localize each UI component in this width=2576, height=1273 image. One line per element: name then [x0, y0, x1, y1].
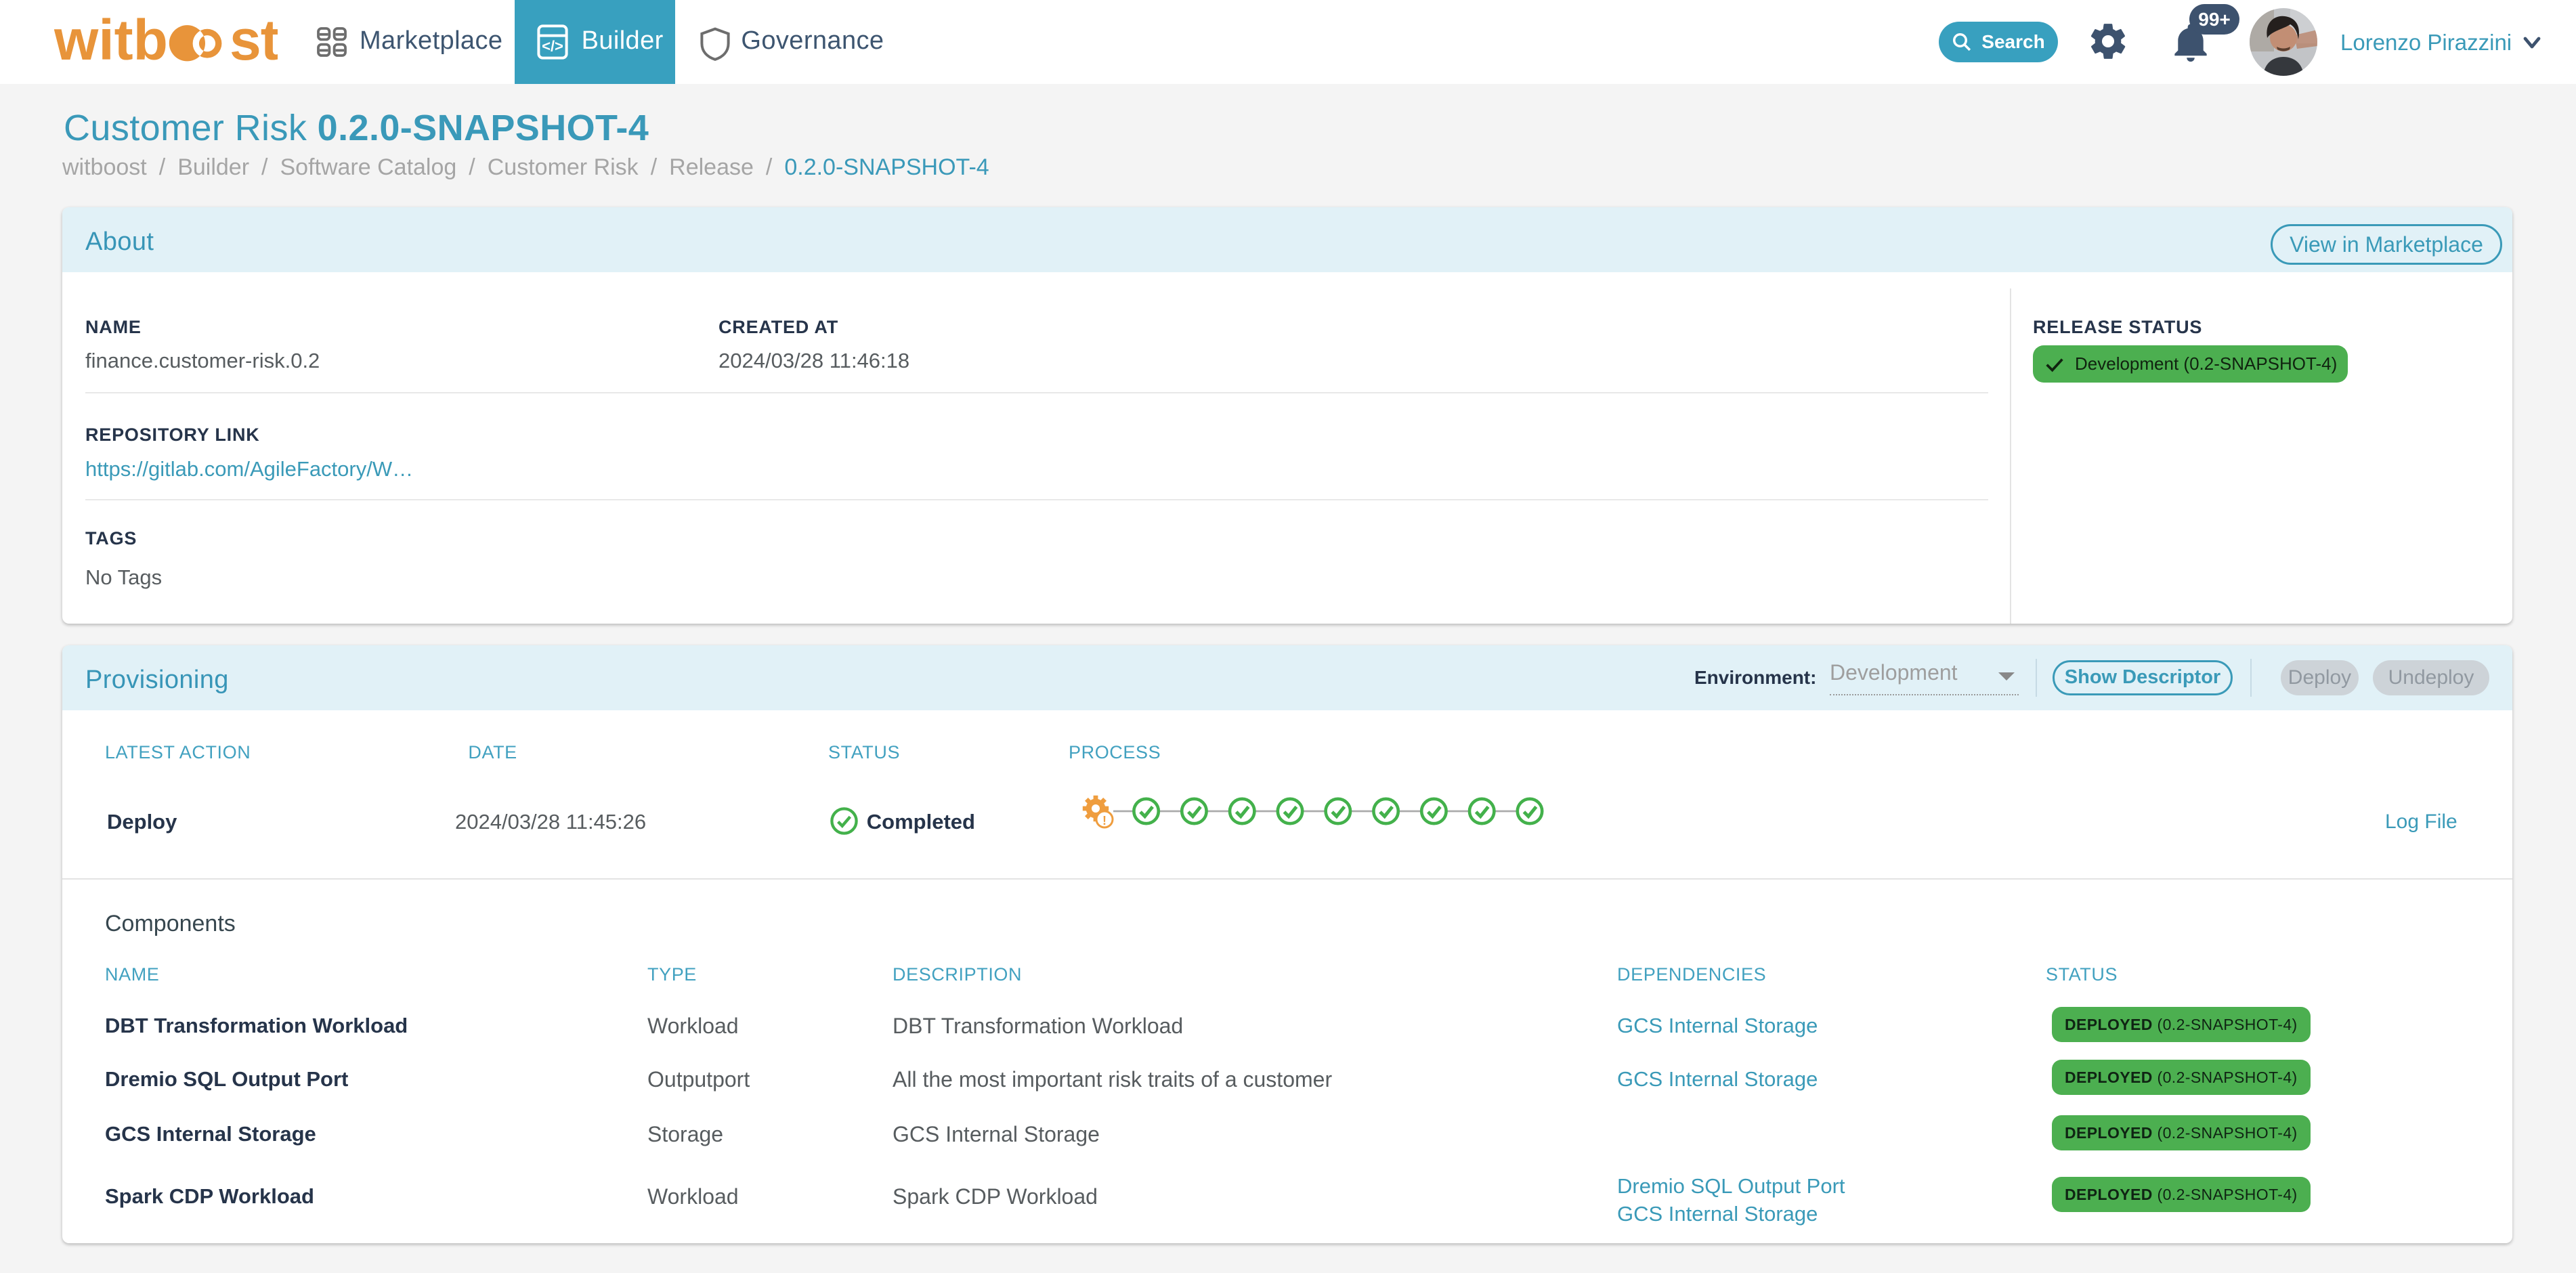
svg-text:witb: witb	[54, 8, 168, 72]
svg-text:st: st	[230, 8, 278, 72]
svg-text:</>: </>	[542, 38, 563, 55]
svg-text:!: !	[1102, 814, 1107, 827]
